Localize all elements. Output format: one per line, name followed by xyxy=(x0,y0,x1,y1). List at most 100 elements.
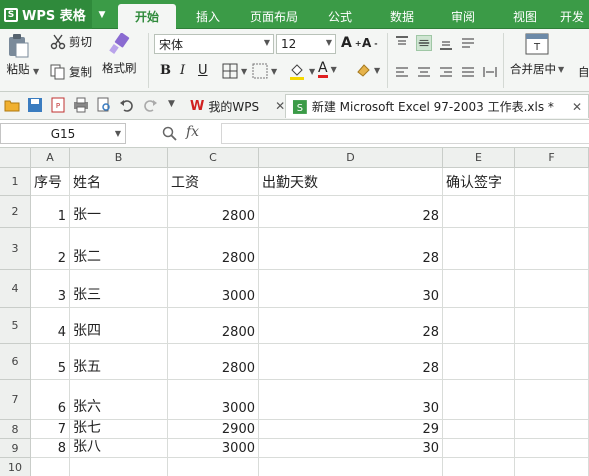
name-box[interactable]: G15 ▼ xyxy=(0,123,126,144)
cell-f1[interactable] xyxy=(515,168,589,196)
table-cell[interactable]: 30 xyxy=(259,439,443,458)
table-cell[interactable]: 2900 xyxy=(168,420,259,439)
table-cell[interactable]: 30 xyxy=(259,380,443,420)
table-cell[interactable]: 7 xyxy=(31,420,70,439)
table-cell[interactable] xyxy=(443,420,515,439)
print-preview-icon[interactable] xyxy=(96,97,112,113)
table-cell[interactable]: 2800 xyxy=(168,344,259,380)
table-cell[interactable] xyxy=(443,270,515,308)
fill-color-button[interactable]: ▼ xyxy=(288,62,315,80)
table-cell[interactable]: 4 xyxy=(31,308,70,344)
table-cell[interactable] xyxy=(515,439,589,458)
redo-icon[interactable] xyxy=(142,97,158,113)
select-all-corner[interactable] xyxy=(0,148,31,168)
table-cell[interactable] xyxy=(515,270,589,308)
table-cell[interactable]: 张六 xyxy=(70,380,168,420)
row-header[interactable]: 10 xyxy=(0,458,31,476)
table-cell[interactable]: 张二 xyxy=(70,228,168,270)
column-header-c[interactable]: C xyxy=(168,148,259,168)
table-cell[interactable] xyxy=(443,458,515,476)
cut-button[interactable]: 剪切 xyxy=(50,34,92,50)
border-button[interactable]: ▼ xyxy=(222,63,247,79)
cell-style-button[interactable]: ▼ xyxy=(252,63,277,79)
table-cell[interactable]: 3000 xyxy=(168,380,259,420)
table-cell[interactable]: 8 xyxy=(31,439,70,458)
column-header-a[interactable]: A xyxy=(31,148,70,168)
search-icon[interactable] xyxy=(162,126,178,142)
cell-b1[interactable]: 姓名 xyxy=(70,168,168,196)
table-cell[interactable] xyxy=(443,344,515,380)
open-folder-icon[interactable] xyxy=(4,97,20,113)
align-left-icon[interactable] xyxy=(394,64,410,80)
tab-my-wps[interactable]: W 我的WPS ✕ xyxy=(190,94,285,118)
table-cell[interactable] xyxy=(168,458,259,476)
table-cell[interactable] xyxy=(443,196,515,228)
merge-center-button[interactable]: T 合并居中 ▼ xyxy=(510,33,564,77)
bold-button[interactable]: B xyxy=(160,63,171,78)
align-middle-icon[interactable] xyxy=(416,35,432,51)
tab-insert[interactable]: 插入 xyxy=(183,4,233,29)
justify-icon[interactable] xyxy=(460,64,476,80)
font-color-button[interactable]: A ▼ xyxy=(318,61,337,78)
table-cell[interactable]: 张七 xyxy=(70,420,168,439)
paste-button[interactable]: 粘贴 xyxy=(6,33,30,77)
row-header[interactable]: 9 xyxy=(0,439,31,458)
table-cell[interactable]: 张四 xyxy=(70,308,168,344)
table-cell[interactable] xyxy=(443,228,515,270)
row-header[interactable]: 1 xyxy=(0,168,31,196)
column-header-d[interactable]: D xyxy=(259,148,443,168)
table-cell[interactable]: 张一 xyxy=(70,196,168,228)
table-cell[interactable] xyxy=(443,439,515,458)
font-size-select[interactable]: 12 ▼ xyxy=(276,34,336,54)
row-header[interactable]: 7 xyxy=(0,380,31,420)
table-cell[interactable]: 张八 xyxy=(70,439,168,458)
export-pdf-icon[interactable]: P xyxy=(50,97,66,113)
formula-input[interactable] xyxy=(221,123,589,144)
align-center-icon[interactable] xyxy=(416,64,432,80)
table-cell[interactable] xyxy=(515,196,589,228)
table-cell[interactable]: 2800 xyxy=(168,308,259,344)
paste-dropdown-icon[interactable]: ▼ xyxy=(33,67,39,76)
tab-page-layout[interactable]: 页面布局 xyxy=(242,4,306,29)
font-shrink-button[interactable]: A- xyxy=(362,36,378,50)
tab-developer[interactable]: 开发 xyxy=(560,4,589,29)
tab-view[interactable]: 视图 xyxy=(503,4,547,29)
clear-format-button[interactable]: ▼ xyxy=(355,62,380,78)
app-menu-button[interactable]: S WPS 表格 xyxy=(0,0,92,29)
font-name-select[interactable]: 宋体 ▼ xyxy=(154,34,274,54)
row-header[interactable]: 8 xyxy=(0,420,31,439)
table-cell[interactable]: 5 xyxy=(31,344,70,380)
table-cell[interactable] xyxy=(515,420,589,439)
format-painter-button[interactable]: 格式刷 xyxy=(102,33,137,76)
column-header-f[interactable]: F xyxy=(515,148,589,168)
undo-icon[interactable] xyxy=(119,97,135,113)
table-cell[interactable]: 2 xyxy=(31,228,70,270)
distributed-align-icon[interactable] xyxy=(482,64,498,80)
column-header-e[interactable]: E xyxy=(443,148,515,168)
table-cell[interactable] xyxy=(515,380,589,420)
tab-formulas[interactable]: 公式 xyxy=(318,4,362,29)
align-bottom-icon[interactable] xyxy=(438,35,454,51)
cell-d1[interactable]: 出勤天数 xyxy=(259,168,443,196)
table-cell[interactable]: 张三 xyxy=(70,270,168,308)
align-top-icon[interactable] xyxy=(394,35,410,51)
table-cell[interactable]: 3000 xyxy=(168,270,259,308)
column-header-b[interactable]: B xyxy=(70,148,168,168)
font-grow-button[interactable]: A + xyxy=(341,35,362,51)
table-cell[interactable] xyxy=(443,380,515,420)
table-cell[interactable] xyxy=(515,344,589,380)
table-cell[interactable]: 2800 xyxy=(168,196,259,228)
table-cell[interactable]: 28 xyxy=(259,308,443,344)
close-icon[interactable]: ✕ xyxy=(572,100,582,114)
table-cell[interactable] xyxy=(259,458,443,476)
table-cell[interactable] xyxy=(515,228,589,270)
table-cell[interactable] xyxy=(70,458,168,476)
table-cell[interactable] xyxy=(515,458,589,476)
table-cell[interactable]: 6 xyxy=(31,380,70,420)
table-cell[interactable]: 30 xyxy=(259,270,443,308)
tab-home[interactable]: 开始 xyxy=(118,4,176,29)
save-icon[interactable] xyxy=(27,97,43,113)
table-cell[interactable]: 29 xyxy=(259,420,443,439)
table-cell[interactable]: 2800 xyxy=(168,228,259,270)
table-cell[interactable]: 张五 xyxy=(70,344,168,380)
